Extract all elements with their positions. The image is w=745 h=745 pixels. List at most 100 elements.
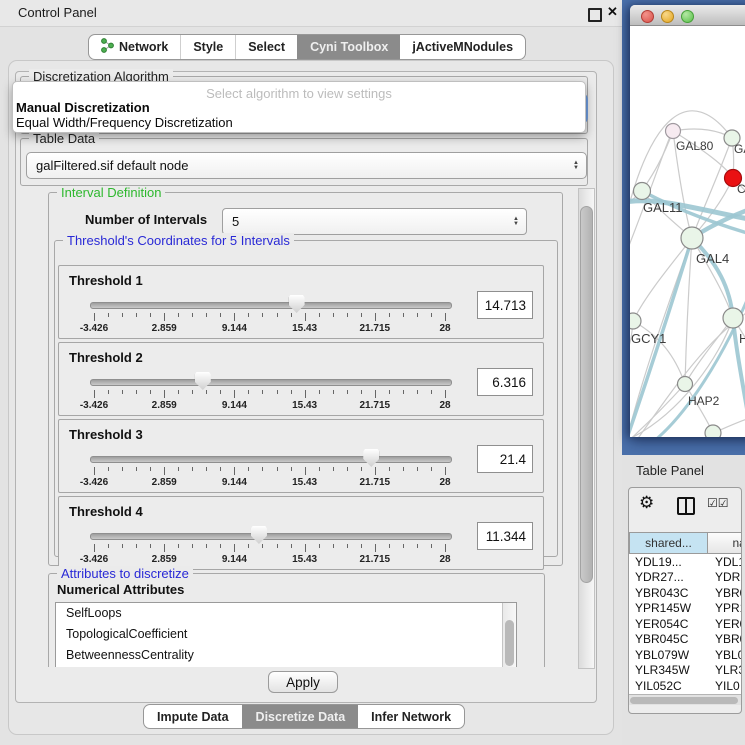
table-horizontal-scrollbar-thumb[interactable] xyxy=(630,697,738,704)
slider-tick-labels: -3.4262.8599.14415.4321.71528 xyxy=(94,400,445,412)
threshold-1-slider-thumb[interactable] xyxy=(289,295,305,313)
stepper-icon: ▲▼ xyxy=(573,161,579,171)
table-row[interactable]: YLR345WYLR3 xyxy=(629,663,742,679)
attribute-list-item[interactable]: BetweennessCentrality xyxy=(56,645,516,666)
network-view-canvas[interactable]: GAL80GACGAL11GAL4GCY1HHAP2 xyxy=(630,26,745,437)
tab-select[interactable]: Select xyxy=(235,35,297,59)
tab-impute-data[interactable]: Impute Data xyxy=(144,705,242,728)
network-node[interactable] xyxy=(634,183,651,200)
tab-jactivemnodules[interactable]: jActiveMNodules xyxy=(400,35,525,59)
table-row[interactable]: YBR045CYBR0 xyxy=(629,632,742,648)
table-row[interactable]: YDL19...YDL1 xyxy=(629,554,742,570)
tab-discretize-data[interactable]: Discretize Data xyxy=(242,705,359,728)
gear-icon[interactable]: ⚙ xyxy=(639,493,654,513)
select-columns-icons[interactable]: ☑☑ xyxy=(707,496,729,510)
threshold-1-value-field[interactable]: 14.713 xyxy=(477,291,533,319)
tab-infer-network[interactable]: Infer Network xyxy=(358,705,464,728)
control-panel: Control Panel ✕ Network Style Select Cyn… xyxy=(0,0,622,745)
desktop-background: GAL80GACGAL11GAL4GCY1HHAP2 xyxy=(622,0,745,455)
zoom-traffic-light-icon[interactable] xyxy=(681,10,694,23)
network-node-label: C xyxy=(737,182,745,196)
number-of-intervals-label: Number of Intervals xyxy=(85,212,207,227)
table-data-combobox-value: galFiltered.sif default node xyxy=(36,158,188,173)
stepper-icon: ▲▼ xyxy=(513,217,519,227)
network-edge[interactable] xyxy=(633,238,692,321)
minimize-traffic-light-icon[interactable] xyxy=(661,10,674,23)
network-edge[interactable] xyxy=(692,238,733,318)
columns-icon[interactable] xyxy=(677,497,695,515)
network-node-label: GCY1 xyxy=(631,331,666,346)
tab-cyni-toolbox[interactable]: Cyni Toolbox xyxy=(297,35,400,59)
threshold-4-panel: Threshold 4 -3.4262.8599.14415.4321.7152… xyxy=(58,496,544,570)
algorithm-dropdown-placeholder: Select algorithm to view settings xyxy=(13,86,585,101)
table-row[interactable]: YDR27...YDR2 xyxy=(629,570,742,586)
attribute-list-item[interactable]: SelfLoops xyxy=(56,603,516,624)
slider-ticks xyxy=(94,467,445,476)
slider-ticks xyxy=(94,544,445,553)
list-scrollbar-thumb[interactable] xyxy=(505,620,514,666)
column-header-name[interactable]: name xyxy=(708,532,742,554)
column-header-shared-name[interactable]: shared... xyxy=(629,532,708,554)
network-node-label: H xyxy=(739,331,745,346)
settings-viewport: Interval Definition Number of Intervals … xyxy=(20,186,576,667)
network-node[interactable] xyxy=(705,425,721,437)
close-icon[interactable]: ✕ xyxy=(607,4,618,20)
threshold-1-slider-track[interactable] xyxy=(90,302,452,309)
dropdown-item-manual-discretization[interactable]: Manual Discretization xyxy=(16,100,150,115)
threshold-2-slider-thumb[interactable] xyxy=(195,372,211,390)
network-node-label: GAL80 xyxy=(676,139,714,153)
network-node[interactable] xyxy=(666,124,681,139)
network-node[interactable] xyxy=(630,313,641,329)
threshold-1-label: Threshold 1 xyxy=(69,273,143,288)
table-header-row: shared... name xyxy=(629,532,742,554)
table-body: YDL19...YDL1YDR27...YDR2YBR043CYBR0YPR14… xyxy=(629,554,742,694)
tab-network[interactable]: Network xyxy=(89,35,180,59)
threshold-4-value-field[interactable]: 11.344 xyxy=(477,522,533,550)
tab-network-label: Network xyxy=(119,40,168,54)
panel-scrollbar-thumb[interactable] xyxy=(580,206,593,583)
table-panel-title: Table Panel xyxy=(636,463,704,478)
threshold-2-panel: Threshold 2 -3.4262.8599.14415.4321.7152… xyxy=(58,342,544,416)
slider-ticks xyxy=(94,313,445,322)
panel-scrollbar[interactable] xyxy=(578,188,595,669)
node-table-panel: ⚙ ☑☑ shared... name YDL19...YDL1YDR27...… xyxy=(628,487,742,714)
interval-definition-group-title: Interval Definition xyxy=(57,186,165,200)
table-horizontal-scrollbar[interactable] xyxy=(629,694,741,705)
threshold-3-slider-thumb[interactable] xyxy=(363,449,379,467)
thresholds-group-title: Threshold's Coordinates for 5 Intervals xyxy=(63,233,294,248)
threshold-3-slider-track[interactable] xyxy=(90,456,452,463)
network-node[interactable] xyxy=(678,377,693,392)
network-window[interactable]: GAL80GACGAL11GAL4GCY1HHAP2 xyxy=(630,5,745,437)
close-traffic-light-icon[interactable] xyxy=(641,10,654,23)
table-row[interactable]: YIL052CYIL0 xyxy=(629,678,742,694)
network-node-label: GAL11 xyxy=(643,200,683,215)
slider-tick-labels: -3.4262.8599.14415.4321.71528 xyxy=(94,554,445,566)
attributes-group-title: Attributes to discretize xyxy=(57,566,193,581)
network-window-titlebar[interactable] xyxy=(630,5,745,26)
threshold-2-value-field[interactable]: 6.316 xyxy=(477,368,533,396)
table-row[interactable]: YPR145WYPR1 xyxy=(629,601,742,617)
table-row[interactable]: YER054CYER0 xyxy=(629,616,742,632)
tab-style[interactable]: Style xyxy=(180,35,235,59)
network-node[interactable] xyxy=(723,308,743,328)
threshold-4-slider-track[interactable] xyxy=(90,533,452,540)
float-window-icon[interactable] xyxy=(588,8,602,22)
dropdown-item-equal-width-frequency[interactable]: Equal Width/Frequency Discretization xyxy=(16,115,233,130)
table-row[interactable]: YBR043CYBR0 xyxy=(629,585,742,601)
number-of-intervals-combobox[interactable]: 5 ▲▼ xyxy=(222,208,527,235)
table-data-combobox[interactable]: galFiltered.sif default node ▲▼ xyxy=(26,152,587,179)
list-scrollbar[interactable] xyxy=(502,603,516,667)
control-panel-titlebar: Control Panel ✕ xyxy=(0,0,622,27)
threshold-2-label: Threshold 2 xyxy=(69,350,143,365)
threshold-3-value-field[interactable]: 21.4 xyxy=(477,445,533,473)
numerical-attributes-list: SelfLoopsTopologicalCoefficientBetweenne… xyxy=(55,602,517,667)
apply-button[interactable]: Apply xyxy=(268,671,338,693)
threshold-2-slider-track[interactable] xyxy=(90,379,452,386)
table-panel: Table Panel ⚙ ☑☑ shared... name YDL19...… xyxy=(622,455,745,745)
slider-tick-labels: -3.4262.8599.14415.4321.71528 xyxy=(94,323,445,335)
network-node[interactable] xyxy=(681,227,703,249)
number-of-intervals-value: 5 xyxy=(232,214,239,229)
attribute-list-item[interactable]: TopologicalCoefficient xyxy=(56,624,516,645)
threshold-4-slider-thumb[interactable] xyxy=(251,526,267,544)
table-row[interactable]: YBL079WYBL0 xyxy=(629,647,742,663)
